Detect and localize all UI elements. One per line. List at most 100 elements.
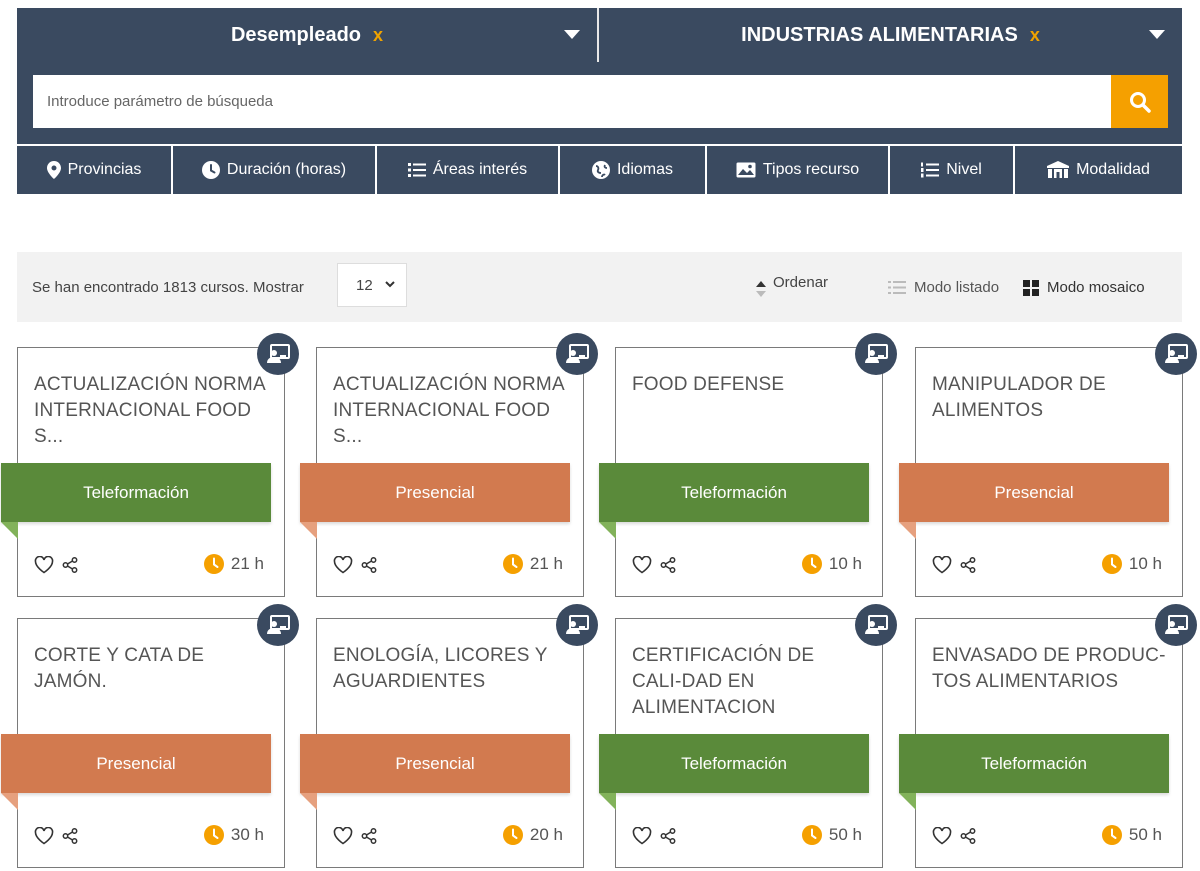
course-type-icon xyxy=(267,615,290,634)
clock-icon xyxy=(502,825,523,845)
chevron-down-icon[interactable] xyxy=(1149,30,1165,39)
modality-label: Teleformación xyxy=(681,753,787,773)
modality-label: Presencial xyxy=(395,482,475,502)
course-card[interactable]: CERTIFICACIÓN DE CALI-DAD EN ALIMENTACIO… xyxy=(599,604,897,868)
sort-icon xyxy=(756,281,766,297)
favorite-button[interactable] xyxy=(932,555,952,579)
card-actions xyxy=(932,555,976,579)
building-icon xyxy=(1047,161,1070,178)
course-title[interactable]: ENOLOGÍA, LICORES Y AGUARDIENTES xyxy=(333,643,569,695)
course-title[interactable]: ACTUALIZACIÓN NORMA INTERNACIONAL FOOD S… xyxy=(34,372,270,450)
tab-areas-interes[interactable]: Áreas interés xyxy=(377,146,560,194)
course-title[interactable]: CORTE Y CATA DE JAMÓN. xyxy=(34,643,270,695)
tab-nivel[interactable]: Nivel xyxy=(890,146,1015,194)
favorite-button[interactable] xyxy=(333,826,353,850)
list-mode-label: Modo listado xyxy=(914,279,1000,296)
modality-label: Teleformación xyxy=(83,482,189,502)
course-type-icon xyxy=(566,344,589,363)
heart-icon xyxy=(932,555,952,574)
search-input[interactable] xyxy=(33,75,1111,128)
duration-label: 50 h xyxy=(1128,825,1162,844)
share-button[interactable] xyxy=(960,557,976,578)
favorite-button[interactable] xyxy=(632,555,652,579)
course-title[interactable]: ENVASADO DE PRODUC-TOS ALIMENTARIOS xyxy=(932,643,1168,695)
grid-mode-button[interactable]: Modo mosaico xyxy=(1023,279,1145,296)
duration-label: 30 h xyxy=(230,825,264,844)
course-type-badge xyxy=(257,333,299,375)
remove-sector-filter[interactable]: x xyxy=(1030,25,1040,46)
duration-label: 21 h xyxy=(529,554,563,573)
course-type-badge xyxy=(556,333,598,375)
favorite-button[interactable] xyxy=(333,555,353,579)
card-actions xyxy=(333,555,377,579)
chevron-down-icon[interactable] xyxy=(564,30,580,39)
modality-label: Teleformación xyxy=(981,753,1087,773)
numbered-list-icon xyxy=(921,162,940,178)
course-type-icon xyxy=(865,344,888,363)
share-button[interactable] xyxy=(62,828,78,849)
duration-label: 50 h xyxy=(828,825,862,844)
ribbon-fold xyxy=(899,522,916,539)
share-button[interactable] xyxy=(361,557,377,578)
course-duration: 21 h xyxy=(203,554,264,574)
card-actions xyxy=(34,555,78,579)
course-title[interactable]: CERTIFICACIÓN DE CALI-DAD EN ALIMENTACIO… xyxy=(632,643,868,721)
share-icon xyxy=(361,557,377,573)
modality-label: Presencial xyxy=(96,753,176,773)
tab-label: Áreas interés xyxy=(432,161,528,178)
map-pin-icon xyxy=(46,161,61,179)
clock-icon xyxy=(201,161,220,179)
share-icon xyxy=(62,828,78,844)
course-card[interactable]: ACTUALIZACIÓN NORMA INTERNACIONAL FOOD S… xyxy=(300,333,598,597)
ribbon-fold xyxy=(599,522,616,539)
favorite-button[interactable] xyxy=(34,826,54,850)
list-icon xyxy=(407,163,426,177)
course-duration: 21 h xyxy=(502,554,563,574)
heart-icon xyxy=(932,826,952,845)
share-button[interactable] xyxy=(361,828,377,849)
favorite-button[interactable] xyxy=(932,826,952,850)
tab-modalidad[interactable]: Modalidad xyxy=(1015,146,1182,194)
course-card[interactable]: ENOLOGÍA, LICORES Y AGUARDIENTES Presenci… xyxy=(300,604,598,868)
share-button[interactable] xyxy=(660,828,676,849)
situation-select[interactable]: Desempleado x xyxy=(17,8,597,62)
duration-label: 21 h xyxy=(230,554,264,573)
ribbon-fold xyxy=(300,793,317,810)
card-actions xyxy=(333,826,377,850)
course-type-icon xyxy=(566,615,589,634)
course-title[interactable]: ACTUALIZACIÓN NORMA INTERNACIONAL FOOD S… xyxy=(333,372,569,450)
search-button[interactable] xyxy=(1111,75,1168,128)
duration-label: 20 h xyxy=(529,825,563,844)
course-card[interactable]: CORTE Y CATA DE JAMÓN. Presencial 30 h xyxy=(1,604,299,868)
modality-ribbon: Presencial xyxy=(1,734,271,793)
clock-icon xyxy=(502,554,523,574)
course-duration: 10 h xyxy=(801,554,862,574)
order-button[interactable]: Ordenar xyxy=(755,274,828,299)
list-mode-button[interactable]: Modo listado xyxy=(888,279,999,296)
course-card[interactable]: ENVASADO DE PRODUC-TOS ALIMENTARIOS Telef… xyxy=(899,604,1197,868)
filter-header: Desempleado x INDUSTRIAS ALIMENTARIAS x xyxy=(17,8,1182,144)
course-title[interactable]: MANIPULADOR DE ALIMENTOS xyxy=(932,372,1168,424)
remove-situation-filter[interactable]: x xyxy=(373,25,383,46)
tab-duracion[interactable]: Duración (horas) xyxy=(173,146,377,194)
tab-idiomas[interactable]: Idiomas xyxy=(560,146,707,194)
favorite-button[interactable] xyxy=(632,826,652,850)
course-card[interactable]: MANIPULADOR DE ALIMENTOS Presencial 10 h xyxy=(899,333,1197,597)
course-card[interactable]: FOOD DEFENSE Teleformación 10 h xyxy=(599,333,897,597)
sector-select[interactable]: INDUSTRIAS ALIMENTARIAS x xyxy=(599,8,1182,62)
heart-icon xyxy=(34,555,54,574)
favorite-button[interactable] xyxy=(34,555,54,579)
tab-label: Tipos recurso xyxy=(762,161,860,178)
clock-icon xyxy=(801,554,822,574)
tab-tipos-recurso[interactable]: Tipos recurso xyxy=(707,146,890,194)
share-button[interactable] xyxy=(660,557,676,578)
course-duration: 50 h xyxy=(1101,825,1162,845)
tab-provincias[interactable]: Provincias xyxy=(17,146,173,194)
share-button[interactable] xyxy=(960,828,976,849)
course-card[interactable]: ACTUALIZACIÓN NORMA INTERNACIONAL FOOD S… xyxy=(1,333,299,597)
share-button[interactable] xyxy=(62,557,78,578)
search-icon xyxy=(1129,91,1151,113)
course-title[interactable]: FOOD DEFENSE xyxy=(632,372,868,398)
per-page-select[interactable]: 12 xyxy=(337,263,407,307)
heart-icon xyxy=(632,826,652,845)
